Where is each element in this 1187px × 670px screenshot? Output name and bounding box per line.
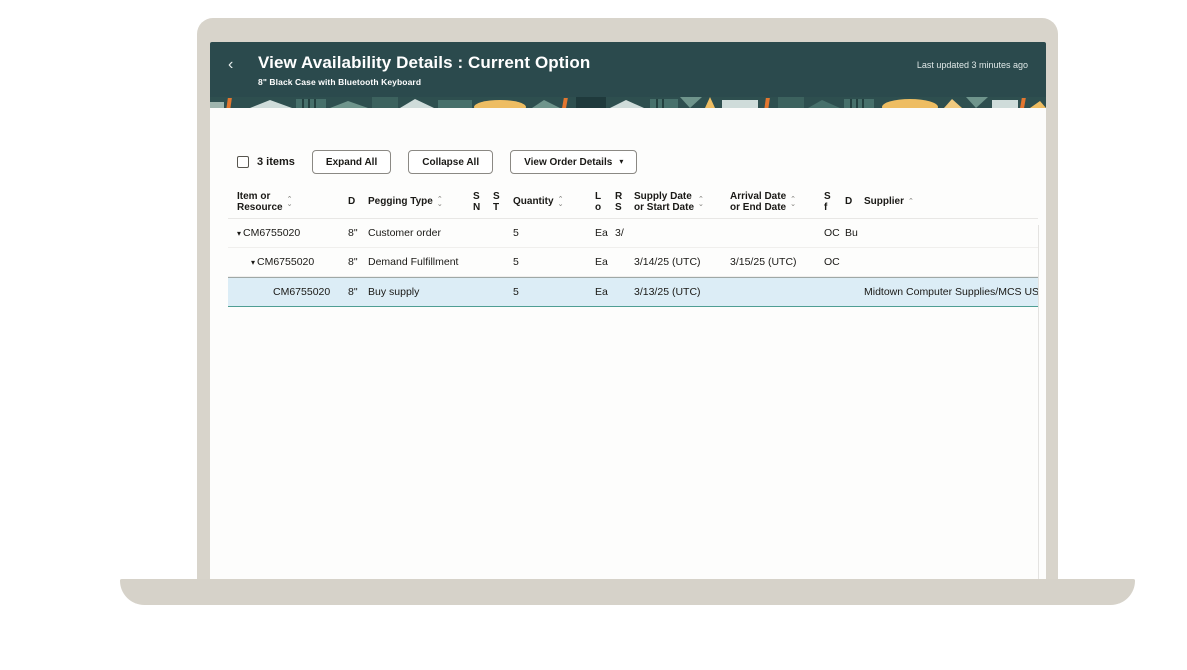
table-row-selected[interactable]: CM6755020 8" Buy supply 5 Ea 3/13/25 (UT…	[228, 277, 1038, 307]
pegging-type-cell: Customer order	[368, 227, 473, 239]
select-all-checkbox[interactable]	[237, 156, 249, 168]
col-header-truncated-d: D	[348, 196, 368, 207]
col-header-truncated-st: ST	[493, 191, 513, 213]
sort-icon[interactable]: ⌃⌄	[287, 197, 293, 207]
supplier-cell: Midtown Computer Supplies/MCS US1	[864, 286, 1038, 298]
screen: ‹ View Availability Details : Current Op…	[210, 42, 1046, 585]
uom-cell: Ea	[595, 286, 615, 298]
pegging-type-cell: Demand Fulfillment	[368, 256, 473, 268]
laptop-base	[120, 579, 1135, 605]
sort-ascending-icon[interactable]: ⌃	[908, 199, 914, 204]
last-updated-label: Last updated 3 minutes ago	[917, 60, 1028, 70]
col-header-arrival-date: Arrival Dateor End Date ⌃⌄	[730, 191, 824, 213]
app-header: ‹ View Availability Details : Current Op…	[210, 42, 1046, 97]
supply-date-cell: 3/13/25 (UTC)	[634, 286, 730, 298]
item-cell: CM6755020	[257, 256, 314, 268]
col-header-truncated-sf: Sf	[824, 191, 845, 213]
view-order-details-label: View Order Details	[524, 157, 612, 168]
quantity-cell: 5	[513, 227, 595, 239]
page: ‹ View Availability Details : Current Op…	[0, 0, 1187, 670]
description-cell: 8"	[348, 256, 368, 268]
description-cell: 8"	[348, 227, 368, 239]
items-count-label: 3 items	[257, 156, 295, 168]
table-row[interactable]: ▾ CM6755020 8" Customer order 5 Ea 3/ OC	[228, 219, 1038, 248]
col-header-supply-date: Supply Dateor Start Date ⌃⌄	[634, 191, 730, 213]
col-header-pegging-type: Pegging Type ⌃⌄	[368, 196, 473, 207]
col-header-truncated-d2: D	[845, 196, 864, 207]
arrival-date-cell: 3/15/25 (UTC)	[730, 256, 824, 268]
content-area: 3 items Expand All Collapse All View Ord…	[210, 150, 1046, 585]
quantity-cell: 5	[513, 256, 595, 268]
collapse-all-button[interactable]: Collapse All	[408, 150, 493, 174]
col-header-item-or-resource: Item orResource ⌃⌄	[228, 191, 348, 213]
expand-all-button[interactable]: Expand All	[312, 150, 391, 174]
col-header-truncated-sn: SN	[473, 191, 493, 213]
table-right-divider	[1038, 225, 1039, 585]
title-block: View Availability Details : Current Opti…	[258, 52, 917, 87]
decorative-banner	[210, 97, 1046, 108]
availability-table: Item orResource ⌃⌄ D Pegging Type ⌃⌄ SN	[228, 185, 1038, 307]
view-order-details-button[interactable]: View Order Details ▾	[510, 150, 637, 174]
toolbar: 3 items Expand All Collapse All View Ord…	[237, 150, 1046, 174]
sort-icon[interactable]: ⌃⌄	[437, 197, 443, 207]
sort-icon[interactable]: ⌃⌄	[698, 197, 704, 207]
page-subtitle: 8" Black Case with Bluetooth Keyboard	[258, 77, 917, 87]
sort-icon[interactable]: ⌃⌄	[790, 197, 796, 207]
pegging-type-cell: Buy supply	[368, 286, 473, 298]
supply-date-cell: 3/14/25 (UTC)	[634, 256, 730, 268]
sort-icon[interactable]: ⌃⌄	[558, 197, 564, 207]
description-cell: 8"	[348, 286, 368, 298]
table-header-row: Item orResource ⌃⌄ D Pegging Type ⌃⌄ SN	[228, 185, 1038, 219]
col-header-quantity: Quantity ⌃⌄	[513, 196, 595, 207]
back-icon[interactable]: ‹	[228, 56, 246, 74]
col-header-truncated-rs: RS	[615, 191, 634, 213]
col-header-truncated-uom: Lo	[595, 191, 615, 213]
laptop-screen-bezel: ‹ View Availability Details : Current Op…	[197, 18, 1058, 585]
page-title: View Availability Details : Current Opti…	[258, 52, 917, 74]
chevron-down-icon: ▾	[619, 158, 623, 166]
quantity-cell: 5	[513, 286, 595, 298]
col-header-supplier: Supplier ⌃	[864, 196, 1038, 207]
uom-cell: Ea	[595, 256, 615, 268]
uom-cell: Ea	[595, 227, 615, 239]
row-expand-icon[interactable]: ▾	[237, 229, 241, 238]
table-row[interactable]: ▾ CM6755020 8" Demand Fulfillment 5 Ea 3…	[228, 248, 1038, 277]
item-cell: CM6755020	[273, 286, 330, 298]
row-expand-icon[interactable]: ▾	[251, 258, 255, 267]
item-cell: CM6755020	[243, 227, 300, 239]
